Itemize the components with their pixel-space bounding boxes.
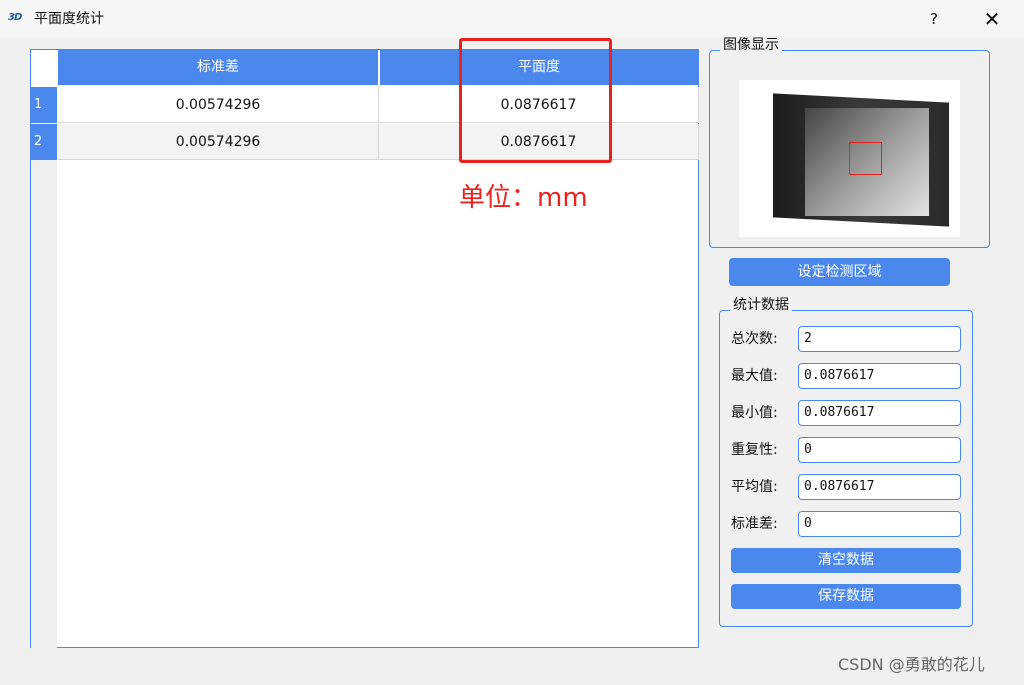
close-button[interactable]: ✕: [976, 6, 1008, 32]
max-value-label: 最大值:: [731, 368, 778, 384]
table-corner[interactable]: [31, 50, 57, 86]
row-header[interactable]: 2: [31, 124, 57, 160]
statistics-title: 统计数据: [730, 296, 792, 314]
average-value-field[interactable]: 0.0876617: [798, 474, 961, 500]
average-value-label: 平均值:: [731, 479, 778, 495]
title-bar: 3D 平面度统计 ? ✕: [0, 0, 1024, 38]
std-dev-label: 标准差:: [731, 516, 778, 532]
statistics-group: [719, 310, 973, 627]
total-count-field[interactable]: 2: [798, 326, 961, 352]
window-title: 平面度统计: [34, 11, 104, 27]
min-value-label: 最小值:: [731, 405, 778, 421]
row-header-strip: [31, 160, 57, 648]
table-cell-std-dev[interactable]: 0.00574296: [58, 87, 379, 123]
save-data-button[interactable]: 保存数据: [731, 584, 961, 609]
csdn-watermark: CSDN @勇敢的花儿: [838, 655, 985, 674]
min-value-field[interactable]: 0.0876617: [798, 400, 961, 426]
clear-data-button[interactable]: 清空数据: [731, 548, 961, 573]
roi-rectangle: [849, 142, 882, 175]
total-count-label: 总次数:: [731, 331, 778, 347]
app-3d-icon: 3D: [8, 12, 22, 23]
repeatability-field[interactable]: 0: [798, 437, 961, 463]
set-detection-region-button[interactable]: 设定检测区域: [729, 258, 950, 286]
annotation-unit-label: 单位：mm: [459, 183, 588, 213]
image-display-title: 图像显示: [720, 36, 782, 54]
table-cell-std-dev[interactable]: 0.00574296: [58, 124, 379, 160]
row-header[interactable]: 1: [31, 87, 57, 123]
std-dev-field[interactable]: 0: [798, 511, 961, 537]
annotation-highlight-box: [459, 38, 612, 163]
help-button[interactable]: ?: [918, 6, 950, 32]
max-value-field[interactable]: 0.0876617: [798, 363, 961, 389]
repeatability-label: 重复性:: [731, 442, 778, 458]
column-header-std-dev[interactable]: 标准差: [58, 50, 378, 85]
image-preview[interactable]: [739, 80, 960, 237]
